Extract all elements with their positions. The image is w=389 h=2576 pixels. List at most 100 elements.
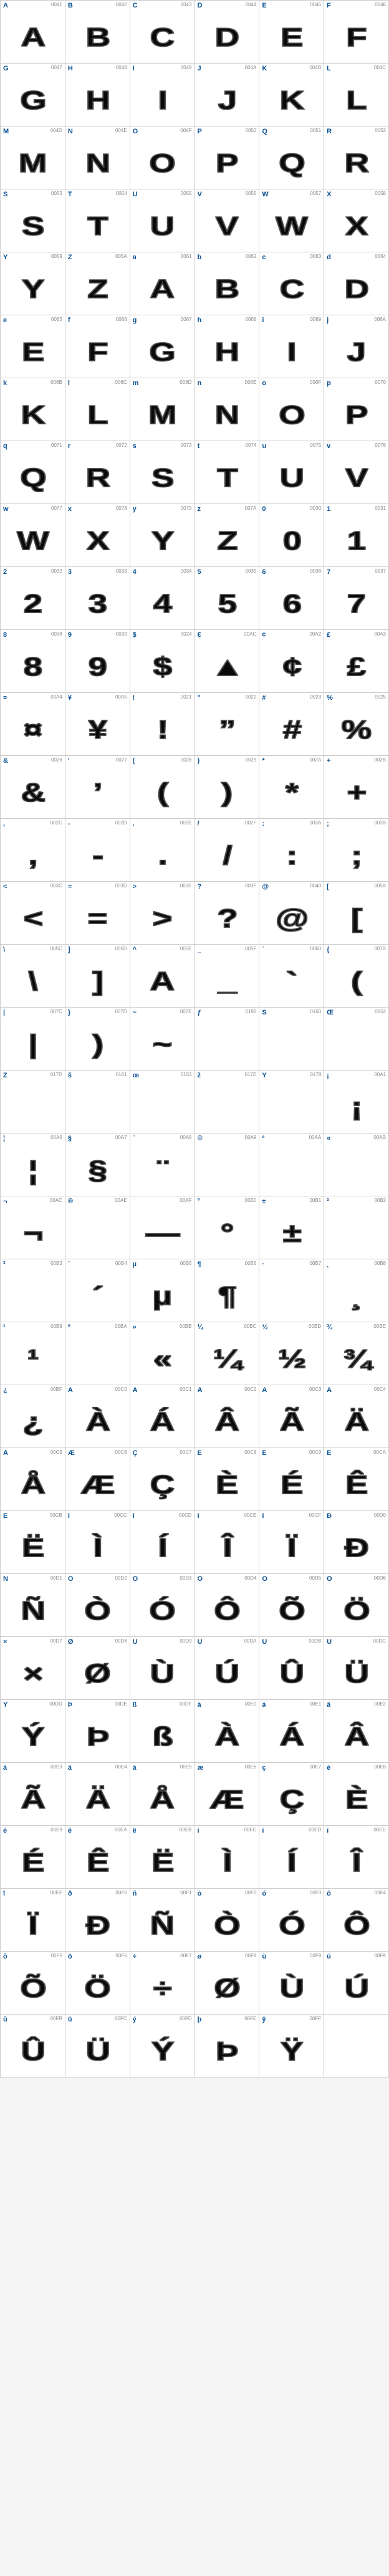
glyph-cell[interactable]: E0045E <box>259 1 324 63</box>
glyph-cell[interactable]: é00E9É <box>1 1826 65 1888</box>
glyph-cell[interactable]: Ò00D2Ò <box>65 1574 130 1636</box>
glyph-cell[interactable]: Á00C1Á <box>130 1385 194 1448</box>
glyph-cell[interactable]: Ý00DDÝ <box>1 1700 65 1762</box>
glyph-cell[interactable]: Š0160 <box>259 1008 324 1070</box>
glyph-cell[interactable]: °00B0° <box>195 1196 259 1259</box>
glyph-cell[interactable]: ñ00F1Ñ <box>130 1889 194 1951</box>
glyph-cell[interactable]: ³00B3 <box>1 1259 65 1322</box>
glyph-cell[interactable]: |007C| <box>1 1008 65 1070</box>
glyph-cell[interactable]: T0054T <box>65 189 130 252</box>
glyph-cell[interactable]: ü00FCÜ <box>65 2015 130 2077</box>
glyph-cell[interactable]: µ00B5µ <box>130 1259 194 1322</box>
glyph-cell[interactable]: .002E. <box>130 819 194 881</box>
glyph-cell[interactable]: ¥00A5¥ <box>65 693 130 755</box>
glyph-cell[interactable]: Z005AZ <box>65 252 130 315</box>
glyph-cell[interactable]: Ÿ0178 <box>259 1071 324 1133</box>
glyph-cell[interactable]: ®00AE <box>65 1196 130 1259</box>
glyph-cell[interactable]: &0026& <box>1 756 65 818</box>
glyph-cell[interactable]: @0040@ <box>259 882 324 944</box>
glyph-cell[interactable]: 000300 <box>259 504 324 566</box>
glyph-cell[interactable]: v0076V <box>324 441 388 503</box>
glyph-cell[interactable]: #0023# <box>259 693 324 755</box>
glyph-cell[interactable]: h0068H <box>195 315 259 378</box>
glyph-cell[interactable]: ²00B2 <box>324 1196 388 1259</box>
glyph-cell[interactable]: Œ0152 <box>324 1008 388 1070</box>
glyph-cell[interactable]: S0053S <box>1 189 65 252</box>
glyph-cell[interactable]: f0066F <box>65 315 130 378</box>
glyph-cell[interactable]: y0079Y <box>130 504 194 566</box>
glyph-cell[interactable]: ö00F6Ö <box>65 1952 130 2014</box>
glyph-cell[interactable]: g0067G <box>130 315 194 378</box>
glyph-cell[interactable]: ê00EAÊ <box>65 1826 130 1888</box>
glyph-cell[interactable]: o006FO <box>259 378 324 441</box>
glyph-cell[interactable]: =003D= <box>65 882 130 944</box>
glyph-cell[interactable]: W0057W <box>259 189 324 252</box>
glyph-cell[interactable]: ú00FAÚ <box>324 1952 388 2014</box>
glyph-cell[interactable]: Ï00CFÏ <box>259 1511 324 1573</box>
glyph-cell[interactable]: ©00A9 <box>195 1133 259 1196</box>
glyph-cell[interactable]: ß00DFß <box>130 1700 194 1762</box>
glyph-cell[interactable]: »00BB« <box>130 1322 194 1385</box>
glyph-cell[interactable]: i0069I <box>259 315 324 378</box>
glyph-cell[interactable]: u0075U <box>259 441 324 503</box>
glyph-cell[interactable]: è00E8È <box>324 1763 388 1825</box>
glyph-cell[interactable]: €20AC▲ <box>195 630 259 692</box>
glyph-cell[interactable]: V0056V <box>195 189 259 252</box>
glyph-cell[interactable]: 100311 <box>324 504 388 566</box>
glyph-cell[interactable]: >003E> <box>130 882 194 944</box>
glyph-cell[interactable]: ¬00AC¬ <box>1 1196 65 1259</box>
glyph-cell[interactable]: Û00DBÛ <box>259 1637 324 1699</box>
glyph-cell[interactable]: ×00D7× <box>1 1637 65 1699</box>
glyph-cell[interactable]: ó00F3Ó <box>259 1889 324 1951</box>
glyph-cell[interactable]: ô00F4Ô <box>324 1889 388 1951</box>
glyph-cell[interactable]: à00E0À <box>195 1700 259 1762</box>
glyph-cell[interactable]: ç00E7Ç <box>259 1763 324 1825</box>
glyph-cell[interactable]: 200322 <box>1 567 65 629</box>
glyph-cell[interactable]: c0063C <box>259 252 324 315</box>
glyph-cell[interactable]: ¦00A6¦ <box>1 1133 65 1196</box>
glyph-cell[interactable]: ~007E~ <box>130 1008 194 1070</box>
glyph-cell[interactable]: ?003F? <box>195 882 259 944</box>
glyph-cell[interactable]: ð00F0Ð <box>65 1889 130 1951</box>
glyph-cell[interactable]: ¹00B9¹ <box>1 1322 65 1385</box>
glyph-cell[interactable]: ·00B7 <box>259 1259 324 1322</box>
glyph-cell[interactable]: ,002C, <box>1 819 65 881</box>
glyph-cell[interactable]: 600366 <box>259 567 324 629</box>
glyph-cell[interactable]: Â00C2Â <box>195 1385 259 1448</box>
glyph-cell[interactable]: 500355 <box>195 567 259 629</box>
glyph-cell[interactable]: 700377 <box>324 567 388 629</box>
glyph-cell[interactable]: 300333 <box>65 567 130 629</box>
glyph-cell[interactable]: ¶00B6¶ <box>195 1259 259 1322</box>
glyph-cell[interactable]: ä00E4Ä <box>65 1763 130 1825</box>
glyph-cell[interactable]: (0028( <box>130 756 194 818</box>
glyph-cell[interactable]: 400344 <box>130 567 194 629</box>
glyph-cell[interactable]: Å00C5Å <box>1 1448 65 1510</box>
glyph-cell[interactable]: l006CL <box>65 378 130 441</box>
glyph-cell[interactable]: M004DM <box>1 126 65 189</box>
glyph-cell[interactable]: "0022” <box>195 693 259 755</box>
glyph-cell[interactable]: û00FBÛ <box>1 2015 65 2077</box>
glyph-cell[interactable]: É00C9É <box>259 1448 324 1510</box>
glyph-cell[interactable]: Ö00D6Ö <box>324 1574 388 1636</box>
glyph-cell[interactable]: Ì00CCÌ <box>65 1511 130 1573</box>
glyph-cell[interactable]: ý00FDÝ <box>130 2015 194 2077</box>
glyph-cell[interactable]: ÿ00FFŸ <box>259 2015 324 2077</box>
glyph-cell[interactable]: b0062B <box>195 252 259 315</box>
glyph-cell[interactable]: æ00E6Æ <box>195 1763 259 1825</box>
glyph-cell[interactable]: Ø00D8Ø <box>65 1637 130 1699</box>
glyph-cell[interactable]: _005F_ <box>195 945 259 1007</box>
glyph-cell[interactable]: ¤00A4¤ <box>1 693 65 755</box>
glyph-cell[interactable]: k006BK <box>1 378 65 441</box>
glyph-cell[interactable]: Ê00CAÊ <box>324 1448 388 1510</box>
glyph-cell[interactable]: K004BK <box>259 64 324 126</box>
glyph-cell[interactable]: å00E5Å <box>130 1763 194 1825</box>
glyph-cell[interactable]: ¯00AF— <box>130 1196 194 1259</box>
glyph-cell[interactable]: D0044D <box>195 1 259 63</box>
glyph-cell[interactable]: â00E2Â <box>324 1700 388 1762</box>
glyph-cell[interactable]: N004EN <box>65 126 130 189</box>
glyph-cell[interactable]: O004FO <box>130 126 194 189</box>
glyph-cell[interactable]: A0041A <box>1 1 65 63</box>
glyph-cell[interactable]: Ù00D9Ù <box>130 1637 194 1699</box>
glyph-cell[interactable]: Î00CEÎ <box>195 1511 259 1573</box>
glyph-cell[interactable]: È00C8È <box>195 1448 259 1510</box>
